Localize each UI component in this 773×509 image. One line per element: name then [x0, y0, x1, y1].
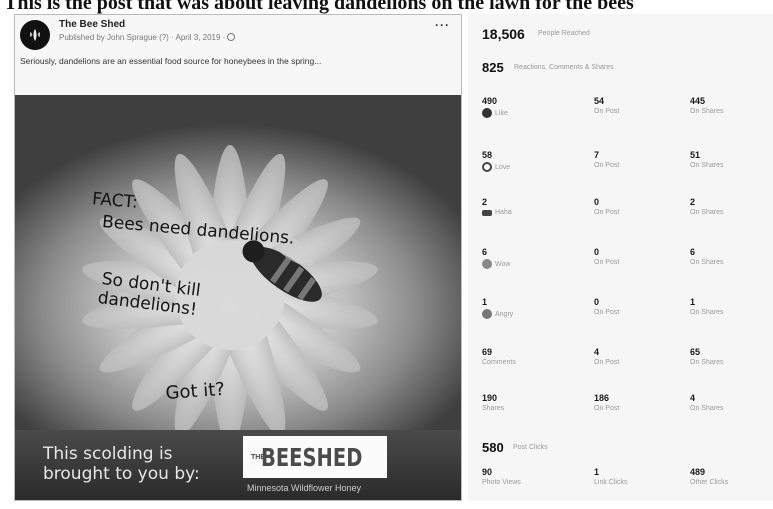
- other-clicks-label: Other Clicks: [690, 479, 729, 486]
- like-on-post: 54: [594, 96, 605, 106]
- on-shares-label: On Shares: [690, 209, 724, 216]
- engagement-value: 825: [482, 60, 504, 75]
- link-clicks-value: 1: [594, 467, 600, 477]
- on-shares-label: On Shares: [690, 309, 724, 316]
- love-label: Love: [495, 163, 511, 171]
- wow-on-shares: 6: [690, 247, 696, 257]
- stats-row-like: 490 Like 54 On Post 445 On Shares: [482, 96, 772, 136]
- on-shares-label: On Shares: [690, 162, 724, 169]
- stats-row-love: 58 Love 7 On Post 51 On Shares: [482, 150, 772, 190]
- post-image[interactable]: FACT: Bees need dandelions. So don't kil…: [15, 95, 461, 500]
- haha-on-shares: 2: [690, 197, 696, 207]
- other-clicks-value: 489: [690, 467, 706, 477]
- more-options-icon[interactable]: ···: [435, 18, 450, 32]
- engagement-label[interactable]: Reactions, Comments & Shares: [514, 64, 614, 71]
- angry-on-post: 0: [594, 297, 600, 307]
- reach-label: People Reached: [538, 30, 590, 37]
- stats-row-haha: 2 Haha 0 On Post 2 On Shares: [482, 197, 772, 237]
- post-text: Seriously, dandelions are an essential f…: [20, 56, 322, 66]
- post-header: The Bee Shed Published by John Sprague (…: [15, 15, 461, 95]
- on-post-label: On Post: [594, 359, 620, 366]
- globe-icon: [227, 33, 236, 41]
- wow-icon: [482, 259, 492, 269]
- wow-total: 6: [482, 247, 488, 257]
- comments-total: 69: [482, 347, 493, 357]
- post-clicks-value: 580: [482, 440, 504, 455]
- angry-label: Angry: [495, 310, 514, 318]
- love-icon: [482, 162, 492, 172]
- shares-on-shares: 4: [690, 393, 696, 403]
- bee-logo-icon: [30, 29, 40, 41]
- on-post-label: On Post: [594, 309, 620, 316]
- on-post-label: On Post: [594, 209, 620, 216]
- shares-total: 190: [482, 393, 498, 403]
- post-insights-panel: 18,506 People Reached 825 Reactions, Com…: [468, 14, 773, 501]
- photo-views-label: Photo Views: [482, 479, 521, 486]
- published-line: Published by John Sprague (?) · April 3,…: [59, 33, 236, 42]
- wow-label: Wow: [495, 260, 511, 268]
- image-text-got-it: Got it?: [164, 378, 226, 404]
- beeshed-logo: THE BEESHED: [243, 436, 387, 478]
- caption-title: This is the post that was about leaving …: [4, 0, 634, 14]
- post-card: The Bee Shed Published by John Sprague (…: [14, 14, 462, 501]
- comments-on-post: 4: [594, 347, 600, 357]
- like-icon: [482, 108, 492, 118]
- love-on-post: 7: [594, 150, 600, 160]
- stats-row-shares: 190 Shares 186 On Post 4 On Shares: [482, 393, 772, 433]
- like-on-shares: 445: [690, 96, 706, 106]
- stats-row-wow: 6 Wow 0 On Post 6 On Shares: [482, 247, 772, 287]
- comments-label: Comments: [482, 359, 516, 366]
- like-total: 490: [482, 96, 498, 106]
- sponsor-banner: This scolding is brought to you by: THE …: [15, 430, 461, 500]
- haha-label: Haha: [495, 209, 512, 216]
- page-name[interactable]: The Bee Shed: [59, 19, 125, 30]
- photo-views-value: 90: [482, 467, 493, 477]
- love-total: 58: [482, 150, 493, 160]
- angry-on-shares: 1: [690, 297, 696, 307]
- angry-icon: [482, 309, 492, 319]
- angry-total: 1: [482, 297, 488, 307]
- on-shares-label: On Shares: [690, 359, 724, 366]
- on-post-label: On Post: [594, 259, 620, 266]
- stats-row-comments: 69 Comments 4 On Post 65 On Shares: [482, 347, 772, 387]
- banner-text: This scolding is brought to you by:: [43, 444, 200, 484]
- logo-name: BEESHED: [261, 442, 363, 472]
- on-shares-label: On Shares: [690, 108, 724, 115]
- comments-on-shares: 65: [690, 347, 701, 357]
- like-label: Like: [495, 109, 508, 117]
- link-clicks-label: Link Clicks: [594, 479, 628, 486]
- on-post-label: On Post: [594, 162, 620, 169]
- haha-icon: [482, 209, 492, 216]
- logo-the: THE: [251, 453, 265, 461]
- love-on-shares: 51: [690, 150, 701, 160]
- page-avatar[interactable]: [20, 20, 50, 50]
- on-post-label: On Post: [594, 108, 620, 115]
- shares-on-post: 186: [594, 393, 610, 403]
- haha-on-post: 0: [594, 197, 600, 207]
- on-post-label: On Post: [594, 405, 620, 412]
- reach-value: 18,506: [482, 26, 525, 42]
- banner-line2: brought to you by:: [43, 464, 200, 484]
- published-text: Published by John Sprague (?) · April 3,…: [59, 33, 226, 42]
- wow-on-post: 0: [594, 247, 600, 257]
- image-text-fact: FACT:: [91, 189, 139, 213]
- post-clicks-label: Post Clicks: [513, 444, 548, 451]
- on-shares-label: On Shares: [690, 259, 724, 266]
- banner-line1: This scolding is: [43, 444, 173, 464]
- shares-label: Shares: [482, 405, 505, 412]
- stats-row-clicks: 90 Photo Views 1 Link Clicks 489 Other Clic…: [482, 467, 772, 507]
- stats-row-angry: 1 Angry 0 On Post 1 On Shares: [482, 297, 772, 337]
- on-shares-label: On Shares: [690, 405, 724, 412]
- banner-subtitle: Minnesota Wildflower Honey: [247, 483, 362, 493]
- haha-total: 2: [482, 197, 488, 207]
